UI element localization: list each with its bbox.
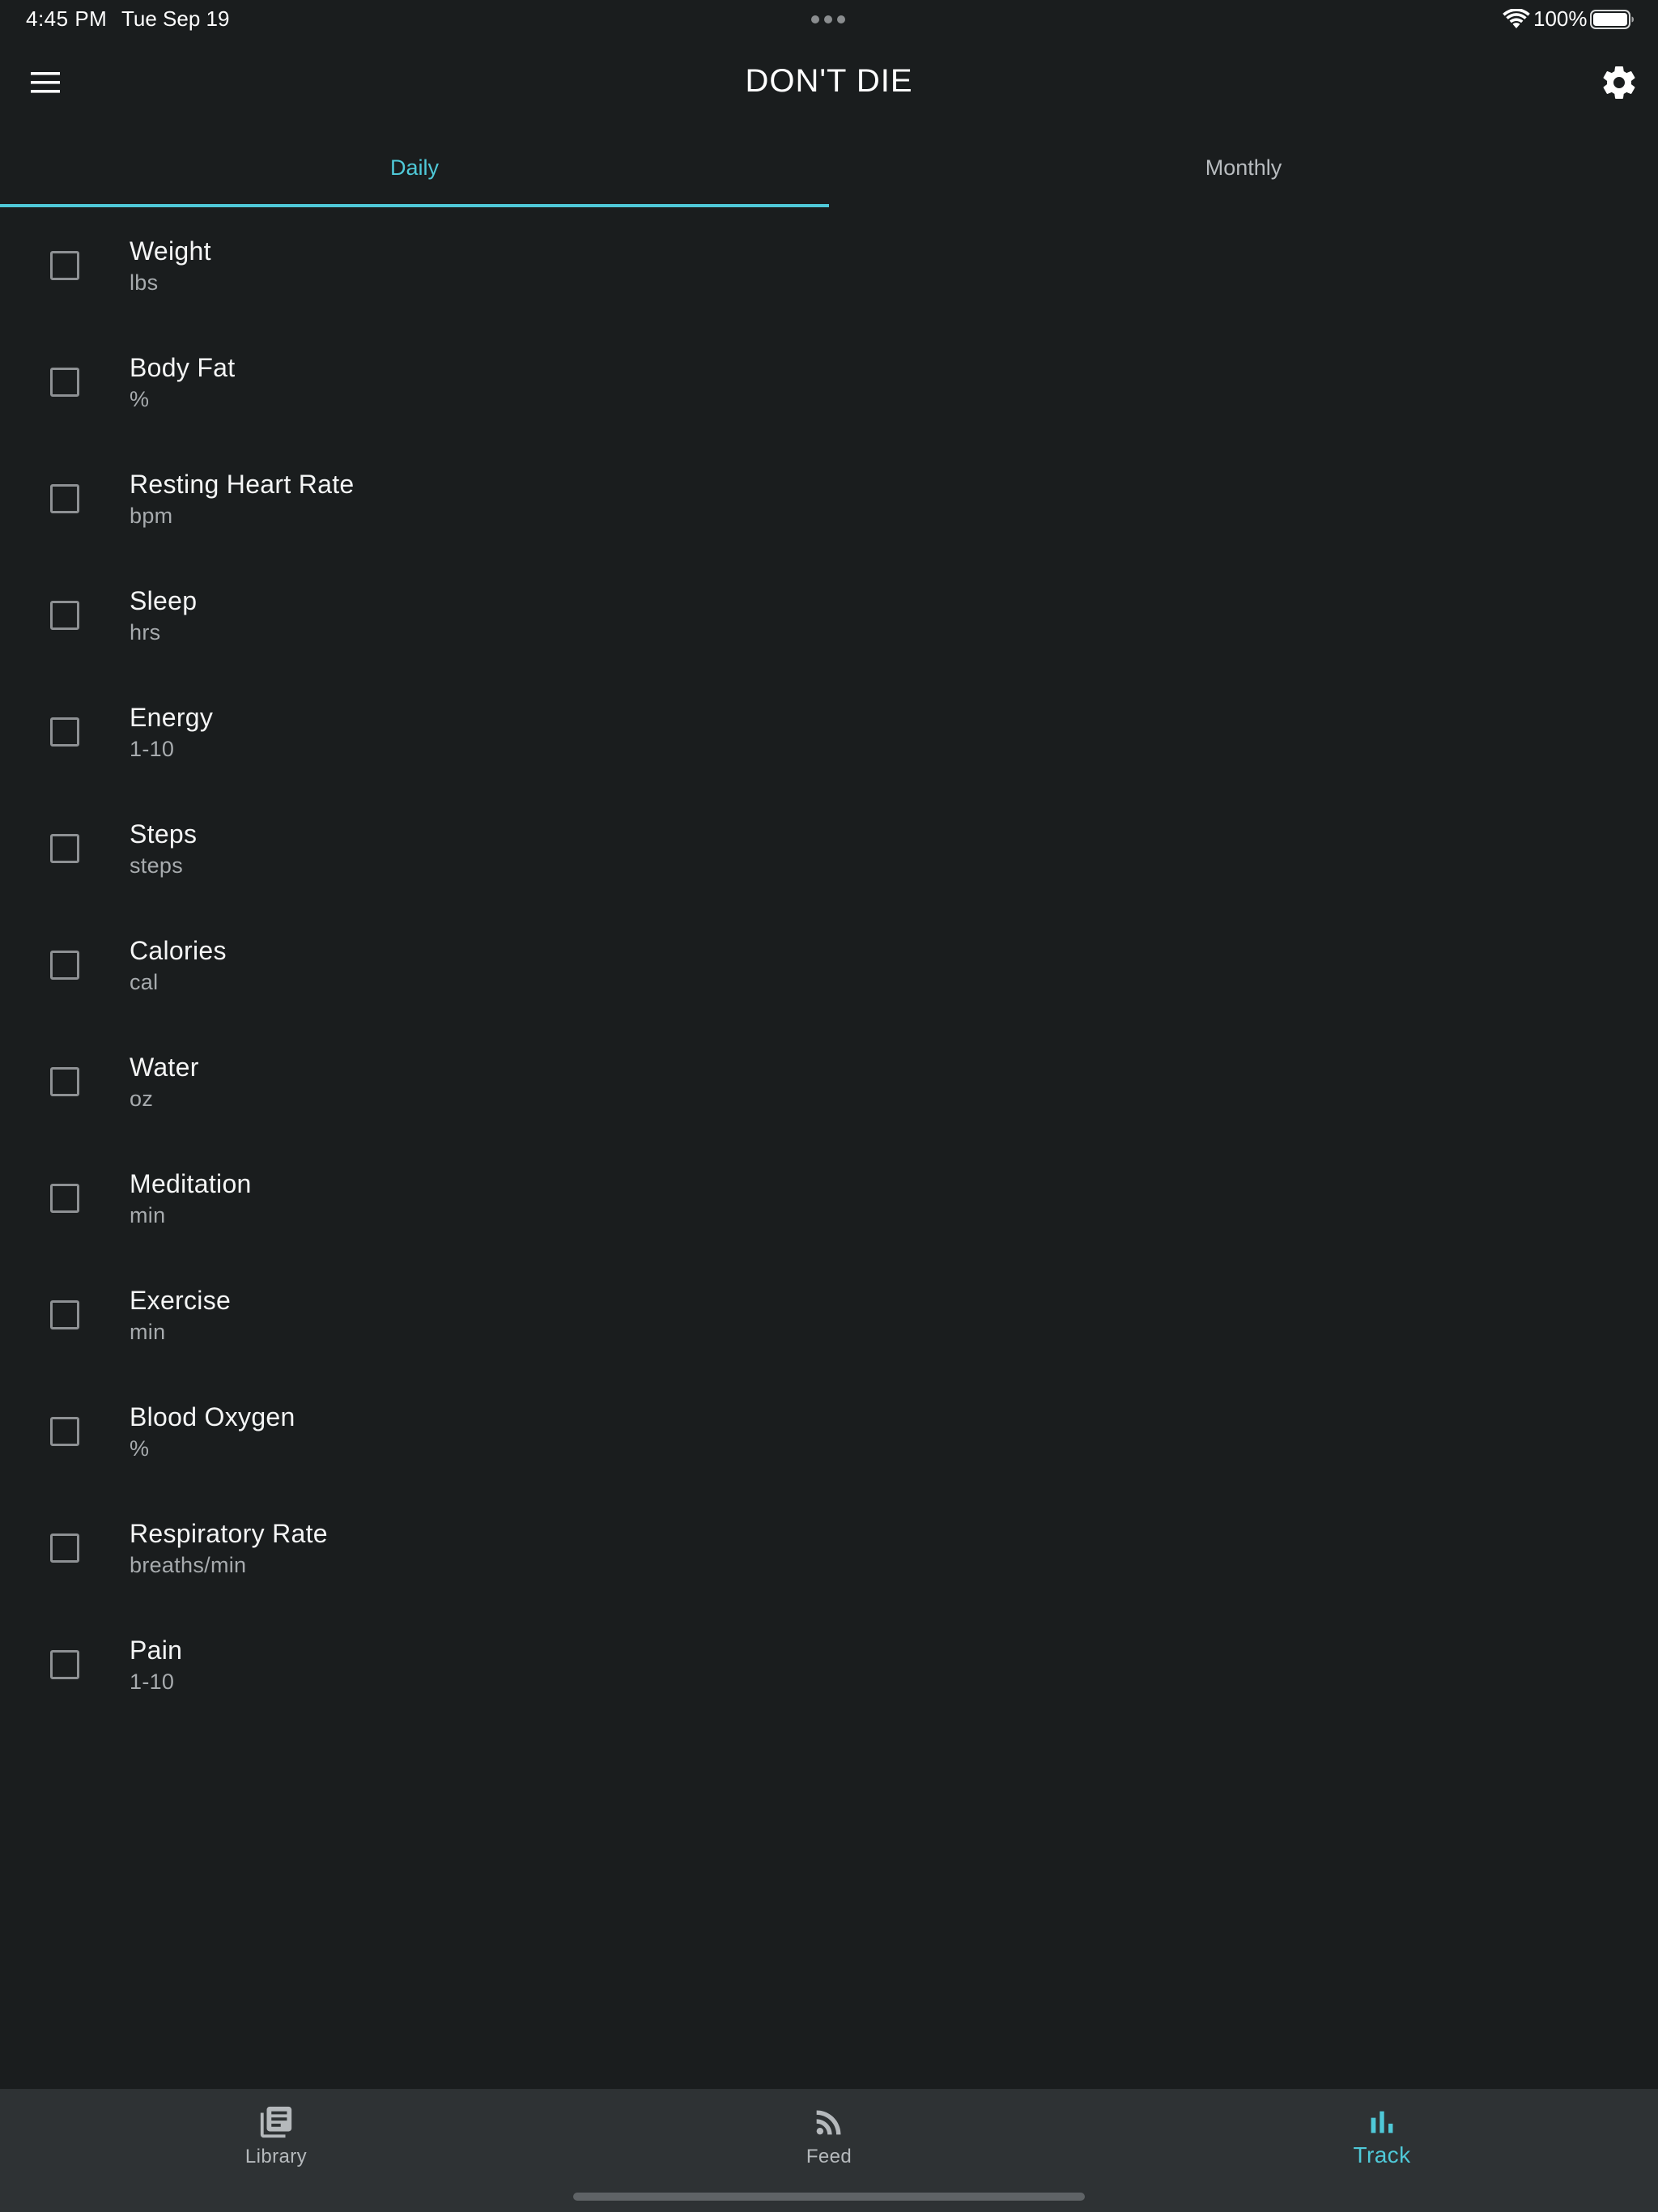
list-item[interactable]: Energy 1-10: [0, 674, 1658, 790]
checkbox[interactable]: [50, 1534, 79, 1563]
wifi-icon: [1503, 9, 1530, 28]
metric-unit: min: [130, 1320, 166, 1344]
metric-unit: %: [130, 387, 150, 411]
list-item[interactable]: Steps steps: [0, 790, 1658, 907]
checkbox[interactable]: [50, 368, 79, 397]
metric-unit: 1-10: [130, 737, 175, 761]
metric-name: Exercise: [130, 1286, 232, 1315]
tab-daily[interactable]: Daily: [0, 130, 829, 207]
list-item[interactable]: Resting Heart Rate bpm: [0, 440, 1658, 557]
rss-feed-icon: [816, 2110, 841, 2135]
list-item[interactable]: Water oz: [0, 1023, 1658, 1140]
list-item[interactable]: Weight lbs: [0, 207, 1658, 324]
metric-unit: breaths/min: [130, 1553, 247, 1577]
metric-name: Weight: [130, 236, 211, 266]
list-item[interactable]: Respiratory Rate breaths/min: [0, 1490, 1658, 1606]
list-item[interactable]: Blood Oxygen %: [0, 1373, 1658, 1490]
checkbox[interactable]: [50, 251, 79, 280]
list-item[interactable]: Calories cal: [0, 907, 1658, 1023]
gear-icon[interactable]: [1600, 63, 1639, 102]
status-date: Tue Sep 19: [121, 6, 230, 31]
metric-unit: steps: [130, 853, 184, 878]
list-item[interactable]: Body Fat %: [0, 324, 1658, 440]
home-indicator[interactable]: [573, 2193, 1085, 2201]
tab-bar: Daily Monthly: [0, 130, 1658, 207]
metric-name: Blood Oxygen: [130, 1402, 295, 1431]
checkbox[interactable]: [50, 717, 79, 747]
status-time: 4:45 PM: [26, 6, 108, 31]
metric-name: Water: [130, 1053, 199, 1082]
checkbox[interactable]: [50, 834, 79, 863]
page-title: DON'T DIE: [745, 63, 913, 99]
checkbox[interactable]: [50, 951, 79, 980]
metric-unit: cal: [130, 970, 159, 994]
metric-list: Weight lbs Body Fat % Resting Heart Rate…: [0, 207, 1658, 1723]
library-icon: [260, 2106, 292, 2138]
metric-name: Energy: [130, 703, 214, 732]
nav-item-feed[interactable]: Feed: [553, 2089, 1105, 2186]
metric-unit: oz: [130, 1087, 154, 1111]
metric-unit: bpm: [130, 504, 173, 528]
list-item[interactable]: Exercise min: [0, 1257, 1658, 1373]
tab-monthly[interactable]: Monthly: [829, 130, 1658, 207]
metric-name: Meditation: [130, 1169, 252, 1198]
bar-chart-icon: [1371, 2111, 1393, 2133]
checkbox[interactable]: [50, 1067, 79, 1096]
nav-item-library[interactable]: Library: [0, 2089, 552, 2186]
metric-name: Calories: [130, 936, 227, 965]
checkbox[interactable]: [50, 1650, 79, 1679]
metric-name: Steps: [130, 819, 198, 849]
battery-percentage: 100%: [1533, 6, 1588, 31]
metric-name: Respiratory Rate: [130, 1519, 328, 1548]
metric-name: Body Fat: [130, 353, 236, 382]
metric-unit: 1-10: [130, 1670, 175, 1694]
list-item[interactable]: Pain 1-10: [0, 1606, 1658, 1723]
nav-label: Library: [244, 2146, 308, 2167]
checkbox[interactable]: [50, 1417, 79, 1446]
metric-unit: lbs: [130, 270, 159, 295]
checkbox[interactable]: [50, 484, 79, 513]
bottom-nav: Library Feed Track: [0, 2089, 1658, 2212]
metric-name: Pain: [130, 1636, 183, 1665]
metric-unit: hrs: [130, 620, 161, 644]
nav-label: Feed: [806, 2146, 852, 2167]
metric-name: Resting Heart Rate: [130, 470, 355, 499]
checkbox[interactable]: [50, 1300, 79, 1329]
list-item[interactable]: Sleep hrs: [0, 557, 1658, 674]
checkbox[interactable]: [50, 1184, 79, 1213]
battery-icon: [1590, 10, 1634, 29]
multitasking-dots-icon[interactable]: [811, 15, 845, 23]
list-item[interactable]: Meditation min: [0, 1140, 1658, 1257]
nav-item-track[interactable]: Track: [1106, 2089, 1658, 2186]
nav-label: Track: [1353, 2142, 1411, 2167]
status-bar: 4:45 PM Tue Sep 19 100%: [0, 0, 1658, 39]
metric-name: Sleep: [130, 586, 198, 615]
metric-unit: %: [130, 1436, 150, 1461]
metric-unit: min: [130, 1203, 166, 1227]
checkbox[interactable]: [50, 601, 79, 630]
app-bar: DON'T DIE: [0, 39, 1658, 130]
